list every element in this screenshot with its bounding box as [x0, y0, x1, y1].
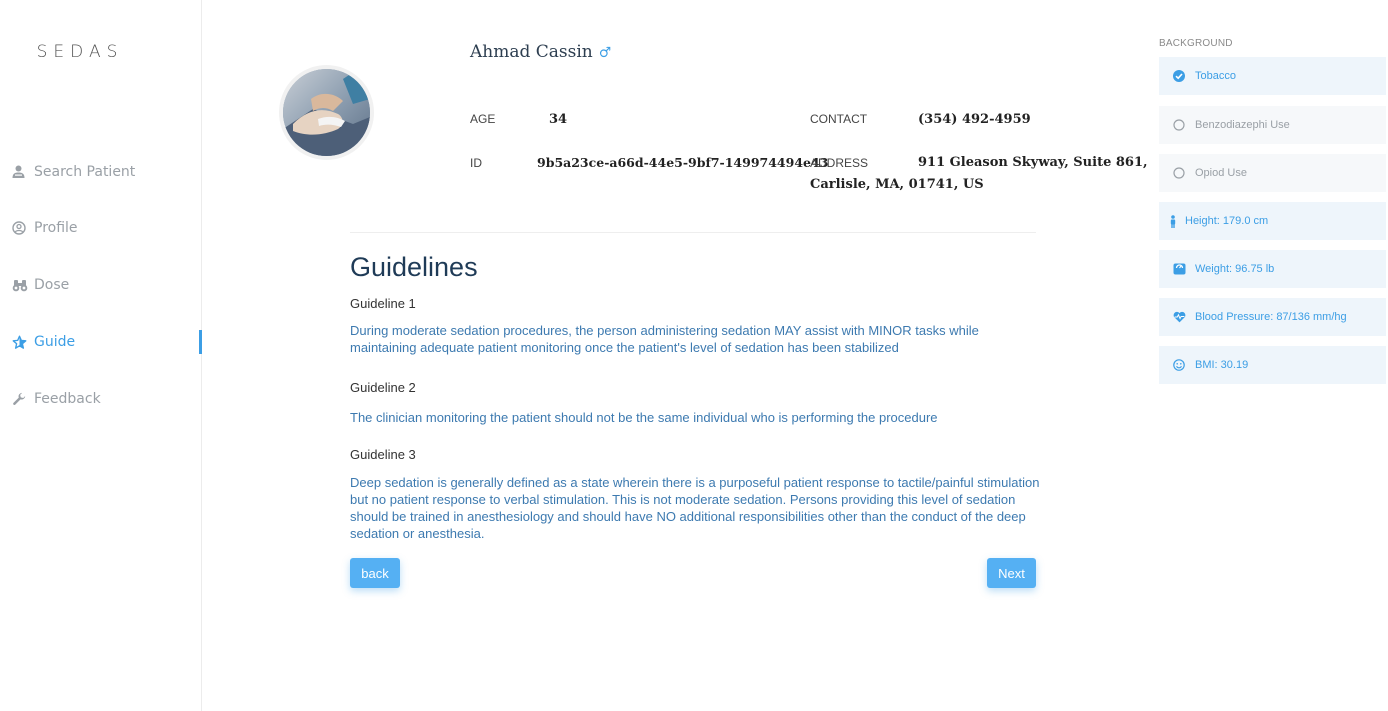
- male-icon: ♂: [598, 45, 612, 61]
- app-logo: SEDAS: [36, 42, 124, 62]
- background-item-opiod[interactable]: Opiod Use: [1159, 154, 1386, 192]
- sidebar-item-label: Profile: [34, 220, 78, 236]
- contact-value: (354) 492-4959: [918, 112, 1031, 127]
- vital-label: Height: 179.0 cm: [1185, 215, 1269, 227]
- sidebar-item-guide[interactable]: Guide: [12, 330, 75, 354]
- divider: [350, 232, 1036, 233]
- sidebar-item-label: Dose: [34, 277, 70, 293]
- background-item-label: Opiod Use: [1195, 167, 1247, 179]
- contact-label: CONTACT: [810, 112, 868, 126]
- sidebar-item-search-patient[interactable]: Search Patient: [12, 160, 135, 184]
- next-button[interactable]: Next: [987, 558, 1036, 588]
- check-circle-icon: [1173, 70, 1195, 82]
- heartbeat-icon: [1173, 311, 1195, 323]
- smile-icon: [1173, 359, 1195, 371]
- vital-label: Weight: 96.75 lb: [1195, 263, 1275, 275]
- background-item-benzodiazephi[interactable]: Benzodiazephi Use: [1159, 106, 1386, 144]
- person-icon: [1169, 214, 1185, 228]
- star-icon: [12, 335, 34, 350]
- sidebar: SEDAS Search Patient Profile Dose Guide …: [0, 0, 202, 711]
- scale-icon: [1173, 263, 1195, 275]
- age-label: AGE: [470, 112, 496, 126]
- address-line1: 911 Gleason Skyway, Suite 861,: [918, 155, 1148, 170]
- vital-bmi: BMI: 30.19: [1159, 346, 1386, 384]
- guideline-heading: Guideline 1: [350, 296, 416, 311]
- background-item-label: Benzodiazephi Use: [1195, 119, 1290, 131]
- vital-label: Blood Pressure: 87/136 mm/hg: [1195, 311, 1347, 323]
- user-search-icon: [12, 165, 34, 179]
- address-label: ADDRESS: [810, 156, 869, 170]
- profile-icon: [12, 221, 34, 235]
- wrench-icon: [12, 392, 34, 407]
- age-value: 34: [549, 112, 568, 127]
- vital-blood-pressure: Blood Pressure: 87/136 mm/hg: [1159, 298, 1386, 336]
- patient-name: Ahmad Cassin ♂: [470, 42, 611, 62]
- patient-name-text: Ahmad Cassin: [470, 42, 593, 62]
- id-value: 9b5a23ce-a66d-44e5-9bf7-149974494e43: [537, 155, 829, 170]
- background-label: BACKGROUND: [1159, 38, 1233, 49]
- empty-circle-icon: [1173, 119, 1195, 131]
- patient-avatar: [279, 65, 374, 160]
- guideline-heading: Guideline 2: [350, 380, 416, 395]
- guideline-heading: Guideline 3: [350, 447, 416, 462]
- guideline-text: During moderate sedation procedures, the…: [350, 323, 979, 355]
- address-line2: Carlisle, MA, 01741, US: [810, 177, 984, 192]
- guideline-text: Deep sedation is generally defined as a …: [350, 475, 1040, 541]
- empty-circle-icon: [1173, 167, 1195, 179]
- id-label: ID: [470, 156, 482, 170]
- vital-weight: Weight: 96.75 lb: [1159, 250, 1386, 288]
- guideline-text: The clinician monitoring the patient sho…: [350, 410, 938, 425]
- sidebar-item-label: Search Patient: [34, 164, 136, 180]
- sidebar-item-feedback[interactable]: Feedback: [12, 387, 101, 411]
- sidebar-item-label: Feedback: [34, 391, 101, 407]
- page-title: Guidelines: [350, 252, 478, 282]
- vital-height: Height: 179.0 cm: [1159, 202, 1386, 240]
- vital-label: BMI: 30.19: [1195, 359, 1249, 371]
- binoculars-icon: [12, 279, 34, 292]
- back-button[interactable]: back: [350, 558, 400, 588]
- sidebar-item-dose[interactable]: Dose: [12, 273, 69, 297]
- active-indicator: [199, 330, 202, 354]
- sidebar-item-label: Guide: [34, 334, 76, 350]
- background-item-label: Tobacco: [1195, 70, 1236, 82]
- sidebar-item-profile[interactable]: Profile: [12, 216, 78, 240]
- background-item-tobacco[interactable]: Tobacco: [1159, 57, 1386, 95]
